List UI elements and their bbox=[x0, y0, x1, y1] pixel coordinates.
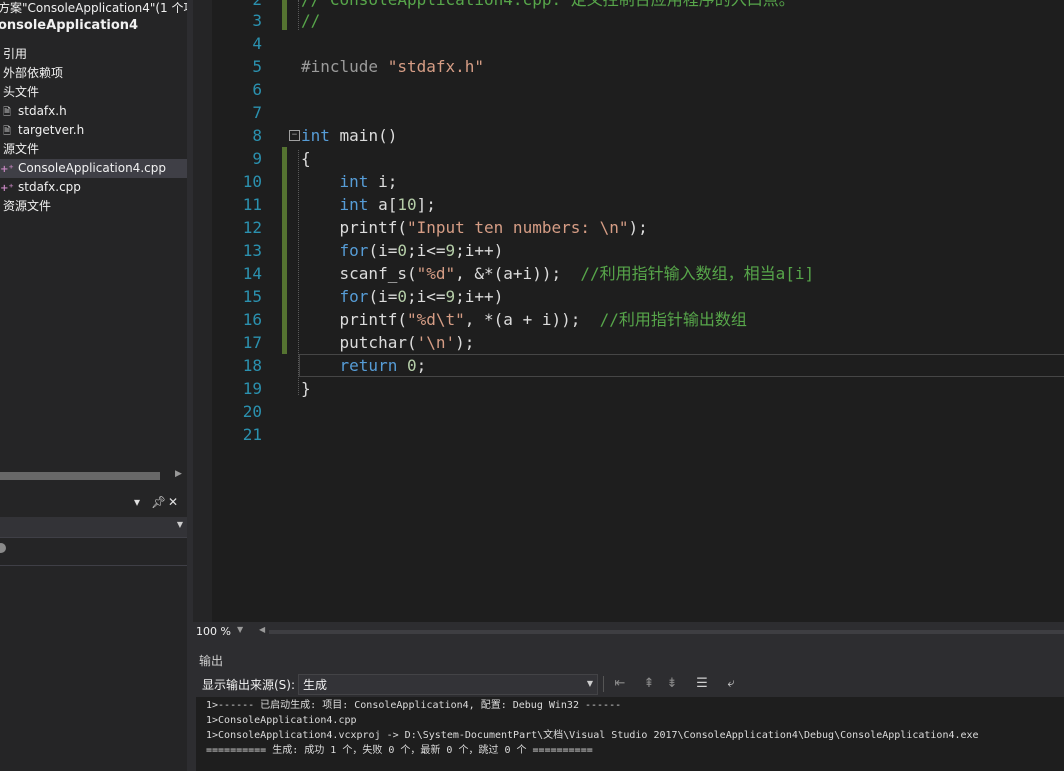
tree-item-label: 外部依赖项 bbox=[3, 66, 64, 80]
dropdown-arrow-icon[interactable]: ▾ bbox=[134, 495, 140, 509]
tree-item[interactable]: +⁺ ConsoleApplication4.cpp bbox=[0, 159, 187, 178]
properties-object-dropdown[interactable]: ▼ bbox=[0, 517, 187, 538]
output-source-value: 生成 bbox=[303, 678, 328, 692]
header-file-icon: 🗎︎ bbox=[2, 126, 12, 137]
line-number: 5 bbox=[252, 57, 262, 76]
line-number: 20 bbox=[242, 402, 262, 421]
tree-item-label: ConsoleApplication4.cpp bbox=[18, 161, 166, 175]
code-line[interactable]: int a[10]; bbox=[301, 193, 436, 216]
tree-item-label: 源文件 bbox=[3, 142, 40, 156]
code-line[interactable]: printf("%d\t", *(a + i)); //利用指针输出数组 bbox=[301, 308, 747, 331]
scrollbar-thumb[interactable] bbox=[0, 472, 160, 480]
header-file-icon: 🗎︎ bbox=[2, 107, 12, 118]
go-to-line-icon[interactable]: ⇤ bbox=[611, 675, 629, 693]
tree-item-label: 引用 bbox=[3, 47, 28, 61]
tree-item[interactable]: 🗎︎ targetver.h bbox=[0, 121, 187, 140]
code-line[interactable]: scanf_s("%d", &*(a+i)); //利用指针输入数组，相当a[i… bbox=[301, 262, 815, 285]
line-number: 15 bbox=[242, 287, 262, 306]
tree-item[interactable]: +⁺ stdafx.cpp bbox=[0, 178, 187, 197]
code-line[interactable]: // ConsoleApplication4.cpp: 定义控制台应用程序的入口… bbox=[301, 0, 795, 11]
solution-explorer-panel: 方案"ConsoleApplication4"(1 个项目 onsoleAppl… bbox=[0, 0, 187, 771]
code-line[interactable]: #include "stdafx.h" bbox=[301, 55, 484, 78]
line-number: 4 bbox=[252, 34, 262, 53]
word-wrap-icon[interactable]: ⤶ bbox=[722, 675, 740, 693]
line-number: 3 bbox=[252, 11, 262, 30]
next-message-icon[interactable]: ⇟ bbox=[663, 675, 681, 693]
chevron-down-icon: ▼ bbox=[176, 520, 183, 529]
line-number: 11 bbox=[242, 195, 262, 214]
editor-indicator-margin[interactable] bbox=[193, 0, 212, 622]
scroll-left-icon[interactable]: ◀ bbox=[259, 625, 265, 634]
line-number: 8 bbox=[252, 126, 262, 145]
output-panel-title: 输出 bbox=[199, 654, 224, 668]
tree-item[interactable]: 源文件 bbox=[0, 140, 187, 159]
code-line[interactable]: { bbox=[301, 147, 311, 170]
outline-guide bbox=[298, 0, 299, 30]
editor-horizontal-scrollbar[interactable] bbox=[269, 630, 1064, 634]
output-panel: 输出 显示输出来源(S): 生成 ▼ ⇤ ⇞ ⇟ ☰ ⤶ 1>------ 已启… bbox=[193, 642, 1064, 771]
clear-all-icon[interactable]: ☰ bbox=[693, 675, 711, 693]
properties-divider bbox=[0, 565, 187, 566]
properties-category-icon[interactable] bbox=[0, 543, 6, 553]
zoom-level-dropdown[interactable]: 100 % bbox=[196, 624, 256, 640]
line-number: 14 bbox=[242, 264, 262, 283]
code-line[interactable]: return 0; bbox=[301, 354, 427, 377]
tree-item-label: stdafx.h bbox=[18, 104, 67, 118]
output-line: ========== 生成: 成功 1 个，失败 0 个，最新 0 个，跳过 0… bbox=[206, 745, 593, 756]
code-line[interactable]: int i; bbox=[301, 170, 398, 193]
editor-zoom-bar: 100 % ▼ ◀ bbox=[193, 622, 1064, 642]
line-number: 6 bbox=[252, 80, 262, 99]
tree-item[interactable]: 头文件 bbox=[0, 83, 187, 102]
output-source-label: 显示输出来源(S): bbox=[202, 678, 296, 692]
chevron-down-icon[interactable]: ▼ bbox=[237, 625, 243, 634]
collapse-region-icon[interactable]: − bbox=[289, 130, 300, 141]
solution-title[interactable]: 方案"ConsoleApplication4"(1 个项目 bbox=[0, 0, 187, 16]
tree-item-label: 头文件 bbox=[3, 85, 40, 99]
output-line: 1>ConsoleApplication4.vcxproj -> D:\Syst… bbox=[206, 730, 979, 741]
properties-header: ▾ 📌︎ ✕ bbox=[0, 494, 187, 514]
tree-item[interactable]: 🗎︎ stdafx.h bbox=[0, 102, 187, 121]
line-number: 9 bbox=[252, 149, 262, 168]
horizontal-scrollbar[interactable]: ▶ bbox=[0, 469, 187, 483]
line-number: 18 bbox=[242, 356, 262, 375]
tree-item-label: targetver.h bbox=[18, 123, 85, 137]
output-line: 1>ConsoleApplication4.cpp bbox=[206, 715, 357, 726]
code-line[interactable]: for(i=0;i<=9;i++) bbox=[301, 239, 504, 262]
code-line[interactable]: for(i=0;i<=9;i++) bbox=[301, 285, 504, 308]
line-number: 13 bbox=[242, 241, 262, 260]
change-tracking-bar bbox=[282, 0, 287, 30]
line-number: 16 bbox=[242, 310, 262, 329]
tree-item-label: 资源文件 bbox=[3, 199, 52, 213]
scroll-right-icon[interactable]: ▶ bbox=[175, 469, 182, 479]
line-number: 10 bbox=[242, 172, 262, 191]
close-icon[interactable]: ✕ bbox=[168, 495, 178, 509]
chevron-down-icon: ▼ bbox=[586, 679, 593, 688]
tree-item[interactable]: 资源文件 bbox=[0, 197, 187, 216]
previous-message-icon[interactable]: ⇞ bbox=[640, 675, 658, 693]
code-line[interactable]: int main() bbox=[301, 124, 397, 147]
cpp-file-icon: +⁺ bbox=[0, 164, 14, 175]
code-editor[interactable]: − 2// ConsoleApplication4.cpp: 定义控制台应用程序… bbox=[193, 0, 1064, 622]
code-line[interactable]: putchar('\n'); bbox=[301, 331, 475, 354]
line-number: 21 bbox=[242, 425, 262, 444]
line-number: 7 bbox=[252, 103, 262, 122]
line-number: 12 bbox=[242, 218, 262, 237]
project-name[interactable]: onsoleApplication4 bbox=[0, 18, 138, 33]
pin-icon[interactable]: 📌︎ bbox=[151, 495, 166, 509]
tree-item[interactable]: 外部依赖项 bbox=[0, 64, 187, 83]
code-line[interactable]: // bbox=[301, 9, 320, 32]
code-line[interactable]: printf("Input ten numbers: \n"); bbox=[301, 216, 648, 239]
line-number: 19 bbox=[242, 379, 262, 398]
toolbar-separator bbox=[603, 676, 604, 692]
tree-item[interactable]: 引用 bbox=[0, 45, 187, 64]
output-text-area[interactable]: 1>------ 已启动生成: 项目: ConsoleApplication4,… bbox=[196, 697, 1064, 771]
line-number: 17 bbox=[242, 333, 262, 352]
output-line: 1>------ 已启动生成: 项目: ConsoleApplication4,… bbox=[206, 700, 622, 711]
tree-item-label: stdafx.cpp bbox=[18, 180, 81, 194]
change-tracking-bar bbox=[282, 147, 287, 354]
code-line[interactable]: } bbox=[301, 377, 311, 400]
cpp-file-icon: +⁺ bbox=[0, 183, 14, 194]
output-source-select[interactable]: 生成 ▼ bbox=[298, 674, 598, 695]
